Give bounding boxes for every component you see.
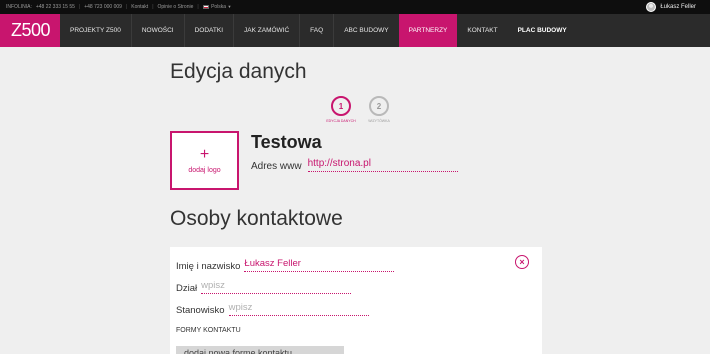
step-2-number: 2	[369, 96, 389, 116]
chevron-down-icon: ▼	[227, 4, 232, 9]
step-2[interactable]: 2 Wizytówka	[364, 96, 394, 123]
name-field-row: Imię i nazwisko Łukasz Feller	[176, 258, 395, 272]
user-name: Łukasz Feller	[660, 4, 696, 10]
main-nav: Z500 Projekty Z500 Nowości Dodatki Jak z…	[0, 14, 710, 47]
poland-flag-icon	[202, 4, 209, 9]
user-menu[interactable]: Łukasz Feller	[646, 0, 696, 14]
divider: |	[152, 4, 154, 10]
position-input[interactable]: wpisz	[228, 302, 369, 316]
add-contact-form-button[interactable]: dodaj nową formę kontaktu	[176, 346, 344, 354]
close-icon[interactable]: ×	[515, 255, 529, 269]
step-indicator: 1 Edycja danych 2 Wizytówka	[326, 96, 394, 123]
contact-link[interactable]: Kontakt	[131, 4, 148, 10]
site-logo[interactable]: Z500	[0, 14, 60, 47]
nav-item-faq[interactable]: FAQ	[299, 14, 333, 47]
phone-link-2[interactable]: +48 723 000 009	[84, 4, 122, 10]
nav-item-nowosci[interactable]: Nowości	[130, 14, 184, 47]
nav-item-dodatki[interactable]: Dodatki	[183, 14, 233, 47]
nav-item-jak-zamowic[interactable]: Jak zamówić	[233, 14, 299, 47]
name-label: Imię i nazwisko	[176, 261, 241, 272]
nav-item-abc-budowy[interactable]: ABC Budowy	[333, 14, 398, 47]
language-label: Polska	[211, 4, 227, 10]
contact-forms-label: Formy kontaktu	[176, 327, 241, 334]
divider: |	[197, 4, 199, 10]
utility-bar: INFOLINIA: +48 22 333 15 55 | +48 723 00…	[0, 0, 710, 14]
nav-items: Projekty Z500 Nowości Dodatki Jak zamówi…	[60, 14, 577, 47]
www-label: Adres www	[251, 161, 302, 172]
phone-link-1[interactable]: +48 22 333 15 55	[36, 4, 75, 10]
section-title-contacts: Osoby kontaktowe	[170, 207, 343, 230]
divider: |	[78, 4, 81, 10]
nav-item-kontakt[interactable]: Kontakt	[457, 14, 507, 47]
nav-item-projekty[interactable]: Projekty Z500	[60, 14, 131, 47]
step-1[interactable]: 1 Edycja danych	[326, 96, 356, 123]
step-2-label: Wizytówka	[368, 119, 390, 123]
divider: |	[125, 4, 128, 10]
nav-item-plac-budowy[interactable]: Plac budowy	[508, 14, 577, 47]
department-input[interactable]: wpisz	[201, 280, 352, 294]
www-row: Adres www http://strona.pl	[251, 158, 458, 172]
position-label: Stanowisko	[176, 305, 225, 316]
utility-info: INFOLINIA: +48 22 333 15 55 | +48 723 00…	[0, 4, 231, 10]
page-title: Edycja danych	[170, 60, 307, 83]
language-select[interactable]: Polska ▼	[202, 4, 232, 10]
step-1-label: Edycja danych	[326, 119, 356, 123]
nav-item-partnerzy[interactable]: Partnerzy	[398, 14, 458, 47]
www-input[interactable]: http://strona.pl	[307, 158, 458, 172]
department-label: Dział	[176, 283, 198, 294]
opinions-link[interactable]: Opinie o Stronie	[158, 4, 194, 10]
avatar	[646, 2, 657, 12]
company-name[interactable]: Testowa	[251, 132, 322, 153]
plus-icon: +	[199, 145, 210, 163]
name-input[interactable]: Łukasz Feller	[244, 258, 395, 272]
step-1-number: 1	[331, 96, 351, 116]
department-field-row: Dział wpisz	[176, 280, 352, 294]
add-logo-button[interactable]: + dodaj logo	[170, 131, 239, 190]
contact-card: Imię i nazwisko Łukasz Feller Dział wpis…	[170, 247, 542, 354]
position-field-row: Stanowisko wpisz	[176, 302, 369, 316]
hotline-label: INFOLINIA:	[6, 4, 32, 10]
add-logo-label: dodaj logo	[188, 166, 221, 174]
